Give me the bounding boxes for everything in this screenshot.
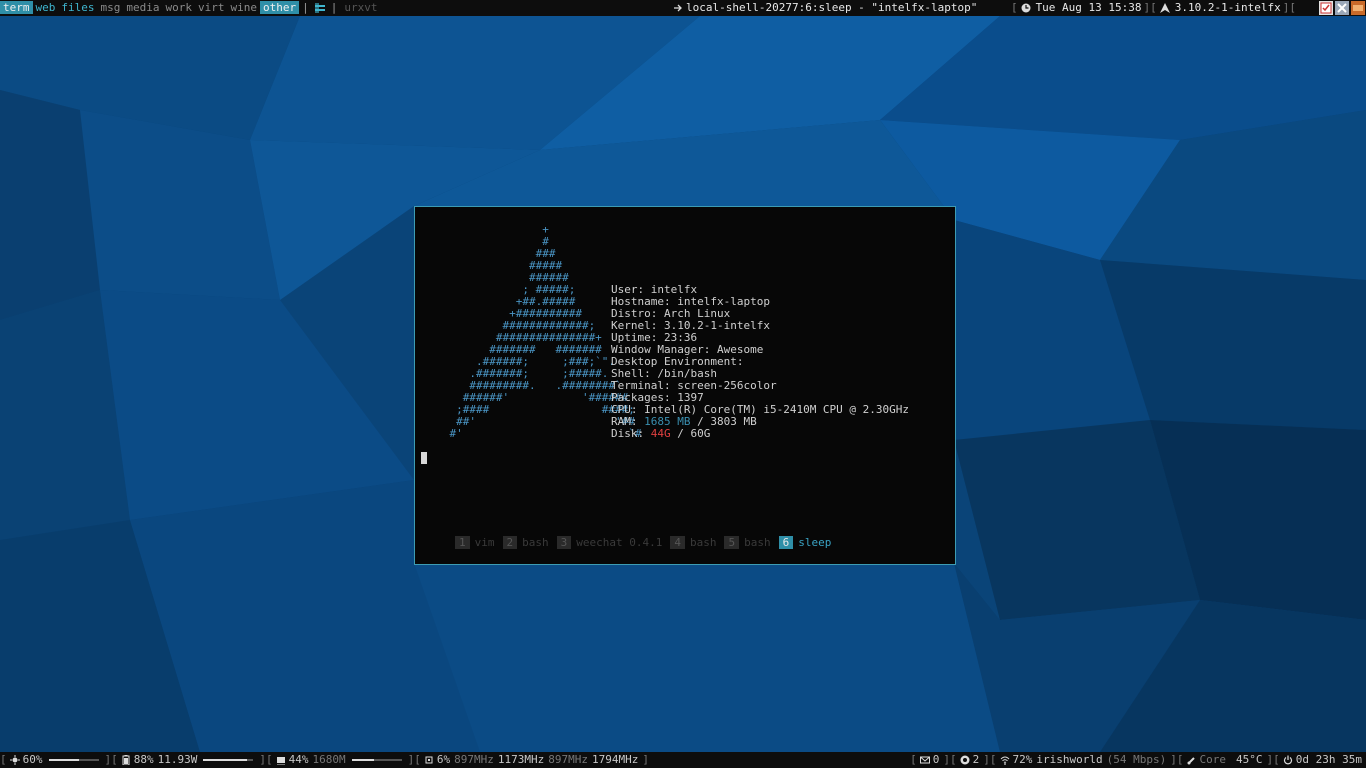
window-number: 2 xyxy=(502,536,518,549)
tasklist-item-urxvt[interactable]: urxvt xyxy=(340,0,377,16)
bracket: ][ xyxy=(1282,1,1296,14)
power-icon xyxy=(1283,755,1292,765)
tag-work[interactable]: work xyxy=(163,1,196,14)
window-number: 1 xyxy=(455,536,470,549)
bracket: [ xyxy=(910,753,917,766)
screen-window-list: 1 vim 2 bash 3 weechat 0.4.1 4 bash 5 bash 6 sleep xyxy=(455,536,839,549)
bracket: ][ xyxy=(104,753,118,766)
power-draw: 11.93W xyxy=(157,753,198,766)
thermometer-icon xyxy=(1187,757,1195,765)
arrow-right-icon xyxy=(674,4,682,12)
bracket: [ xyxy=(0,753,7,766)
tag-msg[interactable]: msg xyxy=(98,1,124,14)
memory-used: 1680M xyxy=(312,753,346,766)
tray-app-icon[interactable] xyxy=(1351,1,1365,15)
cpu-icon xyxy=(425,756,433,764)
tag-web[interactable]: web xyxy=(33,1,59,14)
mail-icon xyxy=(919,756,930,764)
wifi-signal[interactable]: 72% xyxy=(1013,752,1033,768)
terminal-cursor xyxy=(421,452,427,464)
chat-icon xyxy=(960,755,970,765)
window-number: 4 xyxy=(670,536,685,549)
screen-window-5[interactable]: 5 bash xyxy=(724,536,771,549)
bracket: ][ xyxy=(1170,753,1184,766)
tag-files[interactable]: files xyxy=(58,1,97,14)
terminal-window[interactable]: + # ### ##### ###### ; #####; +##.##### … xyxy=(414,206,956,565)
screen-window-6[interactable]: 6 sleep xyxy=(778,536,832,549)
battery-icon xyxy=(122,755,130,765)
layout-icon[interactable] xyxy=(312,0,328,16)
clock[interactable]: Tue Aug 13 15:38 xyxy=(1034,0,1144,16)
window-title-text: local-shell-20277:6:sleep - "intelfx-lap… xyxy=(686,1,978,14)
cpu-freq-3: 897MHz xyxy=(548,753,588,766)
window-name: bash xyxy=(522,536,549,549)
temp-value: 45°C xyxy=(1236,753,1263,766)
cpu-freq-1: 897MHz xyxy=(454,753,494,766)
bracket: ][ xyxy=(259,753,273,766)
wifi-icon xyxy=(1000,756,1009,765)
battery-value: 88% xyxy=(133,753,154,766)
bottom-panel: [ 60% ][ 88% 11.93W ][ 44% 1680M ][ 6% 8… xyxy=(0,752,1366,768)
window-number: 3 xyxy=(556,536,572,549)
memory-bar xyxy=(351,759,402,761)
top-panel: term web files msg media work virt wine other | … xyxy=(0,0,1366,16)
window-name: bash xyxy=(744,536,771,549)
wifi-rate: (54 Mbps) xyxy=(1106,753,1167,766)
window-number: 6 xyxy=(778,536,794,549)
brightness-icon xyxy=(9,755,20,765)
bracket: ] xyxy=(642,753,649,766)
screen-window-2[interactable]: 2 bash xyxy=(502,536,549,549)
arch-logo-icon xyxy=(1159,3,1170,13)
system-info: User: intelfx Hostname: intelfx-laptop D… xyxy=(611,284,909,440)
tag-wine[interactable]: wine xyxy=(228,1,261,14)
wifi-ssid: irishworld xyxy=(1036,753,1103,766)
window-title: local-shell-20277:6:sleep - "intelfx-lap… xyxy=(670,0,977,16)
irc-count[interactable]: 2 xyxy=(973,752,980,768)
screen-window-1[interactable]: 1 vim xyxy=(455,536,495,549)
bracket: ][ xyxy=(1266,753,1280,766)
brightness-value: 60% xyxy=(22,753,43,766)
tag-other[interactable]: other xyxy=(260,1,300,14)
tag-virt[interactable]: virt xyxy=(195,1,228,14)
arch-ascii-logo: + # ### ##### ###### ; #####; +##.##### … xyxy=(449,223,642,440)
separator: | xyxy=(302,1,309,14)
tray-checklist-icon[interactable] xyxy=(1319,1,1333,15)
separator: | xyxy=(330,1,338,14)
screen-window-3[interactable]: 3 weechat 0.4.1 xyxy=(556,536,663,549)
mail-count[interactable]: 0 xyxy=(933,752,940,768)
brightness-slider[interactable] xyxy=(48,759,99,761)
window-number: 5 xyxy=(724,536,740,549)
tag-list: term web files msg media work virt wine other xyxy=(0,0,300,16)
bracket: ][ xyxy=(983,753,997,766)
tag-term[interactable]: term xyxy=(0,1,33,14)
window-name: weechat 0.4.1 xyxy=(576,536,663,549)
top-right-widgets: [ Tue Aug 13 15:38 ][ 3.10.2-1-intelfx ]… xyxy=(1011,0,1366,16)
cpu-freq-2: 1173MHz xyxy=(497,753,545,766)
memory-icon xyxy=(276,757,285,765)
window-name: vim xyxy=(474,536,495,549)
bracket: ][ xyxy=(1143,1,1157,14)
tray-tools-icon[interactable] xyxy=(1335,1,1349,15)
tag-media[interactable]: media xyxy=(123,1,162,14)
battery-bar xyxy=(203,759,254,761)
screen-window-4[interactable]: 4 bash xyxy=(670,536,716,549)
cpu-freq-4: 1794MHz xyxy=(591,753,639,766)
window-name: sleep xyxy=(798,536,832,549)
kernel-version: 3.10.2-1-intelfx xyxy=(1174,1,1281,14)
cpu-percent: 6% xyxy=(436,753,451,766)
bracket: ][ xyxy=(407,753,421,766)
uptime-value: 0d 23h 35m xyxy=(1295,753,1362,766)
window-name: bash xyxy=(689,536,717,549)
bracket: [ xyxy=(1010,1,1018,14)
temp-label: Core xyxy=(1199,753,1227,766)
memory-percent: 44% xyxy=(288,753,309,766)
bracket: ][ xyxy=(943,753,957,766)
clock-icon xyxy=(1021,3,1031,13)
bottom-right-widgets: [ 0 ][ 2 ][ 72% irishworld (54 Mbps) ][ … xyxy=(910,752,1366,768)
info-disk: Disk: 44G / 60G xyxy=(611,427,711,440)
